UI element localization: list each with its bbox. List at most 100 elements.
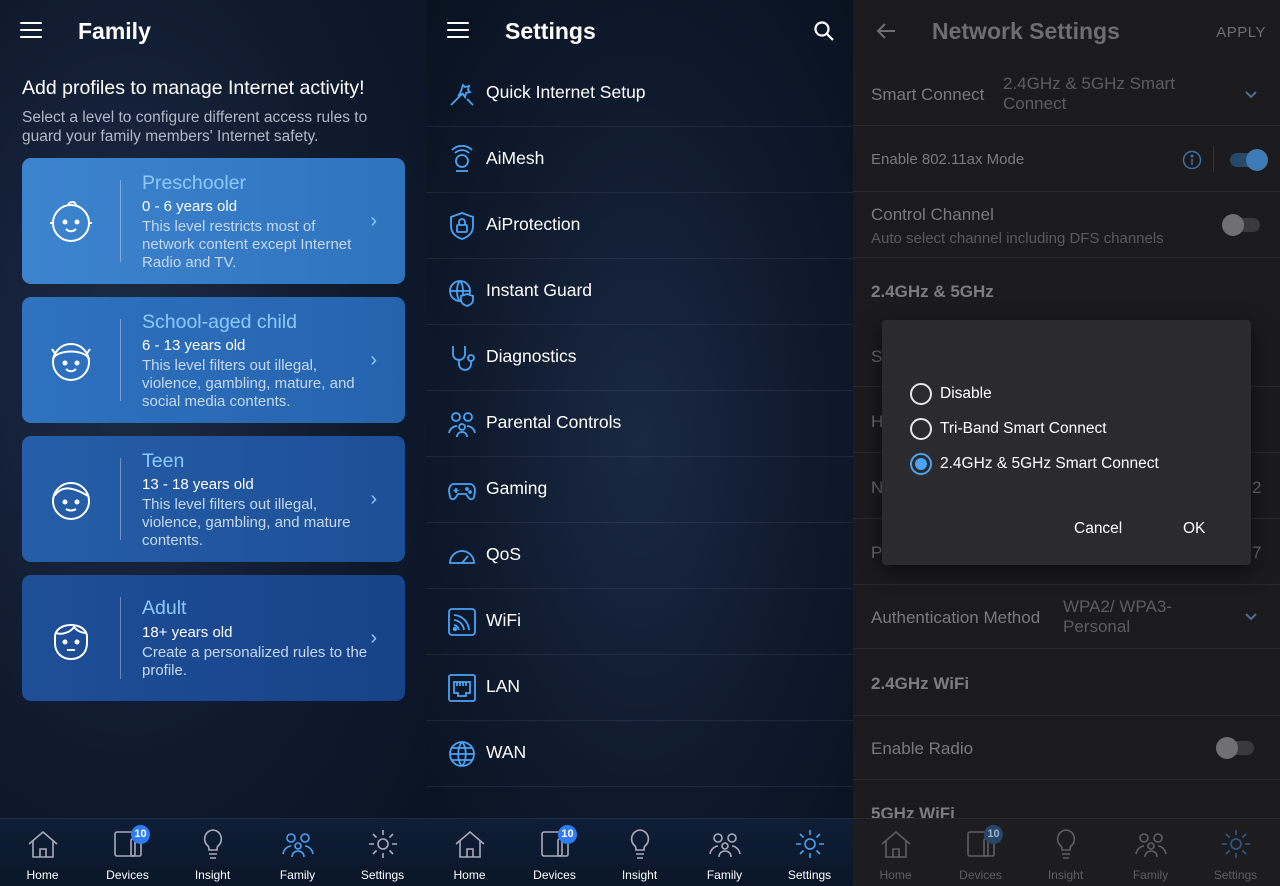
profile-card-teen[interactable]: Teen 13 - 18 years old This level filter… [22, 436, 405, 562]
settings-item-gaming[interactable]: Gaming [427, 457, 853, 523]
card-divider [120, 597, 121, 679]
radio-selected[interactable] [910, 453, 932, 475]
cancel-button[interactable]: Cancel [1074, 520, 1122, 538]
lightbulb-icon [630, 829, 650, 859]
info-icon[interactable] [1182, 150, 1202, 170]
profile-name: Preschooler [142, 172, 247, 194]
settings-item-parental-controls[interactable]: Parental Controls [427, 391, 853, 457]
instant-guard-icon [449, 280, 474, 307]
settings-item-instant-guard[interactable]: Instant Guard [427, 259, 853, 325]
nav-devices[interactable]: 10 Devices [85, 819, 170, 886]
obscured-row-fragment: 7 [1252, 543, 1262, 562]
devices-badge: 10 [131, 825, 150, 844]
nav-label: Home [453, 868, 486, 882]
settings-item-wan[interactable]: WAN [427, 721, 853, 787]
nav-insight[interactable]: Insight [170, 819, 255, 886]
gamepad-icon [448, 483, 476, 501]
profile-card-adult[interactable]: Adult 18+ years old Create a personalize… [22, 575, 405, 701]
gear-icon [369, 830, 397, 858]
menu-icon[interactable] [447, 22, 469, 40]
quick-setup-icon [450, 83, 474, 106]
nav-settings[interactable]: Settings [767, 819, 852, 886]
settings-item-label: WAN [486, 742, 527, 762]
profile-age: 18+ years old [142, 624, 233, 641]
authentication-method-row[interactable]: Authentication Method WPA2/ WPA3-Persona… [853, 585, 1280, 649]
nav-family[interactable]: Family [255, 819, 340, 886]
nav-family[interactable]: Family [1108, 819, 1193, 886]
settings-item-qos[interactable]: QoS [427, 523, 853, 589]
settings-item-label: LAN [486, 676, 521, 696]
gear-icon [1222, 830, 1250, 858]
ok-button[interactable]: OK [1183, 520, 1205, 538]
family-heading: Add profiles to manage Internet activity… [22, 77, 365, 99]
settings-item-label: Parental Controls [486, 412, 622, 432]
settings-item-diagnostics[interactable]: Diagnostics [427, 325, 853, 391]
radio-unselected[interactable] [910, 383, 932, 405]
nav-insight[interactable]: Insight [1023, 819, 1108, 886]
ax-mode-row: Enable 802.11ax Mode [853, 126, 1280, 192]
enable-radio-row: Enable Radio [853, 716, 1280, 780]
devices-badge: 10 [984, 825, 1003, 844]
smart-connect-value: 2.4GHz & 5GHz Smart Connect [1003, 74, 1175, 113]
enable-radio-label: Enable Radio [871, 739, 974, 758]
family-screen: Family Add profiles to manage Internet a… [0, 0, 427, 886]
top-bar: Settings [427, 0, 853, 64]
child-face-icon [51, 343, 91, 381]
profile-age: 0 - 6 years old [142, 198, 238, 215]
nav-label: Settings [1213, 868, 1258, 882]
teen-face-icon [52, 482, 90, 520]
settings-item-quick-internet-setup[interactable]: Quick Internet Setup [427, 61, 853, 127]
control-channel-subtitle: Auto select channel including DFS channe… [871, 230, 1164, 247]
settings-item-label: Quick Internet Setup [486, 82, 646, 102]
card-divider [120, 319, 121, 401]
profile-name: School-aged child [142, 311, 298, 333]
ax-mode-toggle[interactable] [1230, 149, 1268, 171]
settings-item-lan[interactable]: LAN [427, 655, 853, 721]
parental-controls-icon [448, 412, 476, 438]
shield-lock-icon [450, 212, 474, 240]
top-bar: Network Settings APPLY [853, 0, 1280, 64]
option-label: 2.4GHz & 5GHz Smart Connect [940, 455, 1159, 472]
nav-devices[interactable]: 10 Devices [938, 819, 1023, 886]
nav-label: Devices [533, 868, 576, 882]
nav-home[interactable]: Home [0, 819, 85, 886]
settings-item-label: AiProtection [486, 214, 581, 234]
network-settings-screen: Network Settings APPLY Smart Connect 2.4… [853, 0, 1280, 886]
obscured-row-fragment: 2 [1252, 478, 1262, 497]
profile-description: Create a personalized rules to the profi… [142, 644, 368, 679]
top-bar: Family [0, 0, 427, 64]
profile-card-school-aged-child[interactable]: School-aged child 6 - 13 years old This … [22, 297, 405, 423]
settings-item-wifi[interactable]: WiFi [427, 589, 853, 655]
chevron-right-icon: › [370, 210, 377, 232]
search-icon[interactable] [813, 20, 835, 42]
settings-item-aimesh[interactable]: AiMesh [427, 127, 853, 193]
home-icon [455, 830, 485, 858]
settings-item-label: QoS [486, 544, 522, 564]
nav-devices[interactable]: 10 Devices [512, 819, 597, 886]
back-arrow-icon[interactable] [875, 20, 897, 42]
settings-item-aiprotection[interactable]: AiProtection [427, 193, 853, 259]
nav-family[interactable]: Family [682, 819, 767, 886]
page-title: Settings [505, 18, 596, 44]
section-header-band: 2.4GHz & 5GHz [871, 282, 994, 301]
obscured-row-fragment: S [871, 347, 883, 366]
nav-label: Family [279, 868, 316, 882]
control-channel-toggle[interactable] [1222, 214, 1260, 236]
authentication-method-value: WPA2/ WPA3-Personal [1063, 597, 1172, 636]
nav-settings[interactable]: Settings [340, 819, 425, 886]
nav-label: Settings [787, 868, 832, 882]
nav-insight[interactable]: Insight [597, 819, 682, 886]
radio-unselected[interactable] [910, 418, 932, 440]
ax-mode-label: Enable 802.11ax Mode [871, 151, 1025, 168]
nav-home[interactable]: Home [853, 819, 938, 886]
nav-settings[interactable]: Settings [1193, 819, 1278, 886]
nav-home[interactable]: Home [427, 819, 512, 886]
enable-radio-toggle[interactable] [1216, 737, 1254, 759]
devices-badge: 10 [558, 825, 577, 844]
profile-card-preschooler[interactable]: Preschooler 0 - 6 years old This level r… [22, 158, 405, 284]
nav-label: Family [706, 868, 743, 882]
apply-button[interactable]: APPLY [1216, 24, 1266, 41]
nav-label: Settings [360, 868, 405, 882]
menu-icon[interactable] [20, 22, 42, 40]
smart-connect-row[interactable]: Smart Connect 2.4GHz & 5GHz Smart Connec… [853, 64, 1280, 126]
